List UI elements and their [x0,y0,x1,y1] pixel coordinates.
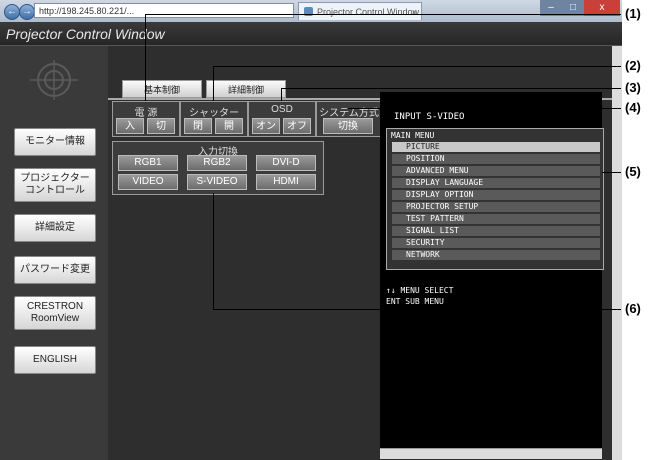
input-rgb1-button[interactable]: RGB1 [118,155,178,171]
shutter-label: シャッター [189,108,239,119]
callout-leader [348,108,621,109]
shutter-close-button[interactable]: 閉 [184,118,212,134]
horizontal-scrollbar[interactable] [380,448,602,459]
input-group: 入力切換 RGB1 RGB2 DVI-D VIDEO S-VIDEO HDMI [112,141,324,195]
sidebar-item-projector-control[interactable]: プロジェクター コントロール [14,168,96,202]
browser-toolbar: ← → http://198.245.80.221/... Projector … [0,0,622,22]
osd-menu-item: PICTURE [392,142,600,152]
osd-menu-item: SECURITY [392,238,600,248]
osd-off-button[interactable]: オフ [283,118,311,134]
callout-leader [602,172,621,173]
close-icon[interactable]: × [412,3,417,20]
sidebar-item-change-password[interactable]: パスワード変更 [14,256,96,284]
osd-menu-item: SIGNAL LIST [392,226,600,236]
input-video-button[interactable]: VIDEO [118,174,178,190]
callout-5: (5) [625,164,641,179]
osd-menu-item: DISPLAY OPTION [392,190,600,200]
power-on-button[interactable]: 入 [116,118,144,134]
shutter-group: シャッター 閉 開 [180,101,248,137]
sidebar: モニター情報 プロジェクター コントロール 詳細設定 パスワード変更 CREST… [0,46,108,460]
osd-menu-item: ADVANCED MENU [392,166,600,176]
input-s-video-button[interactable]: S-VIDEO [187,174,247,190]
shutter-open-button[interactable]: 開 [215,118,243,134]
forward-icon[interactable]: → [19,4,35,20]
callout-leader [213,66,214,101]
callout-6: (6) [625,301,641,316]
system-switch-button[interactable]: 切換 [323,118,373,134]
power-off-button[interactable]: 切 [147,118,175,134]
page-title: Projector Control Window [0,22,622,46]
system-group: システム方式 切換 [316,101,382,137]
tab-basic-control[interactable]: 基本制御 [122,80,202,98]
callout-leader [281,88,282,101]
sidebar-item-detail-settings[interactable]: 詳細設定 [14,214,96,242]
tab-detail-control[interactable]: 詳細制御 [206,80,286,98]
input-dvi-d-button[interactable]: DVI-D [256,155,316,171]
callout-leader [213,66,621,67]
osd-footer-submenu: ENT SUB MENU [386,297,444,306]
osd-group: OSD オン オフ [248,101,316,137]
osd-label: OSD [271,104,293,115]
osd-menu-item: TEST PATTERN [392,214,600,224]
callout-leader [213,193,214,309]
power-label: 電 源 [134,108,158,119]
projector-logo-icon [30,60,78,100]
sidebar-item-english[interactable]: ENGLISH [14,346,96,374]
callout-4: (4) [625,100,641,115]
osd-menu-item: POSITION [392,154,600,164]
osd-menu-item: PROJECTOR SETUP [392,202,600,212]
back-icon[interactable]: ← [4,4,20,20]
system-label: システム方式 [319,108,379,119]
callout-leader [145,14,621,15]
power-group: 電 源 入 切 [112,101,180,137]
osd-menu-item: DISPLAY LANGUAGE [392,178,600,188]
callout-3: (3) [625,80,641,95]
browser-tab[interactable]: Projector Control Window × [298,2,422,20]
input-rgb2-button[interactable]: RGB2 [187,155,247,171]
osd-on-button[interactable]: オン [252,118,280,134]
browser-tab-title: Projector Control Window [317,7,420,17]
osd-menu-item: NETWORK [392,250,600,260]
input-hdmi-button[interactable]: HDMI [256,174,316,190]
callout-1: (1) [625,6,641,21]
callout-leader [145,14,146,101]
browser-window: ← → http://198.245.80.221/... Projector … [0,0,622,460]
address-bar[interactable]: http://198.245.80.221/... [34,3,294,18]
osd-menu-title: MAIN MENU [391,131,435,140]
sidebar-item-crestron-roomview[interactable]: CRESTRON RoomView [14,296,96,330]
callout-leader [281,88,621,89]
osd-footer-select: ↑↓ MENU SELECT [386,286,454,295]
sidebar-item-monitor-info[interactable]: モニター情報 [14,128,96,156]
callout-leader [213,309,621,310]
callout-2: (2) [625,58,641,73]
osd-input-text: INPUT S-VIDEO [394,112,465,122]
